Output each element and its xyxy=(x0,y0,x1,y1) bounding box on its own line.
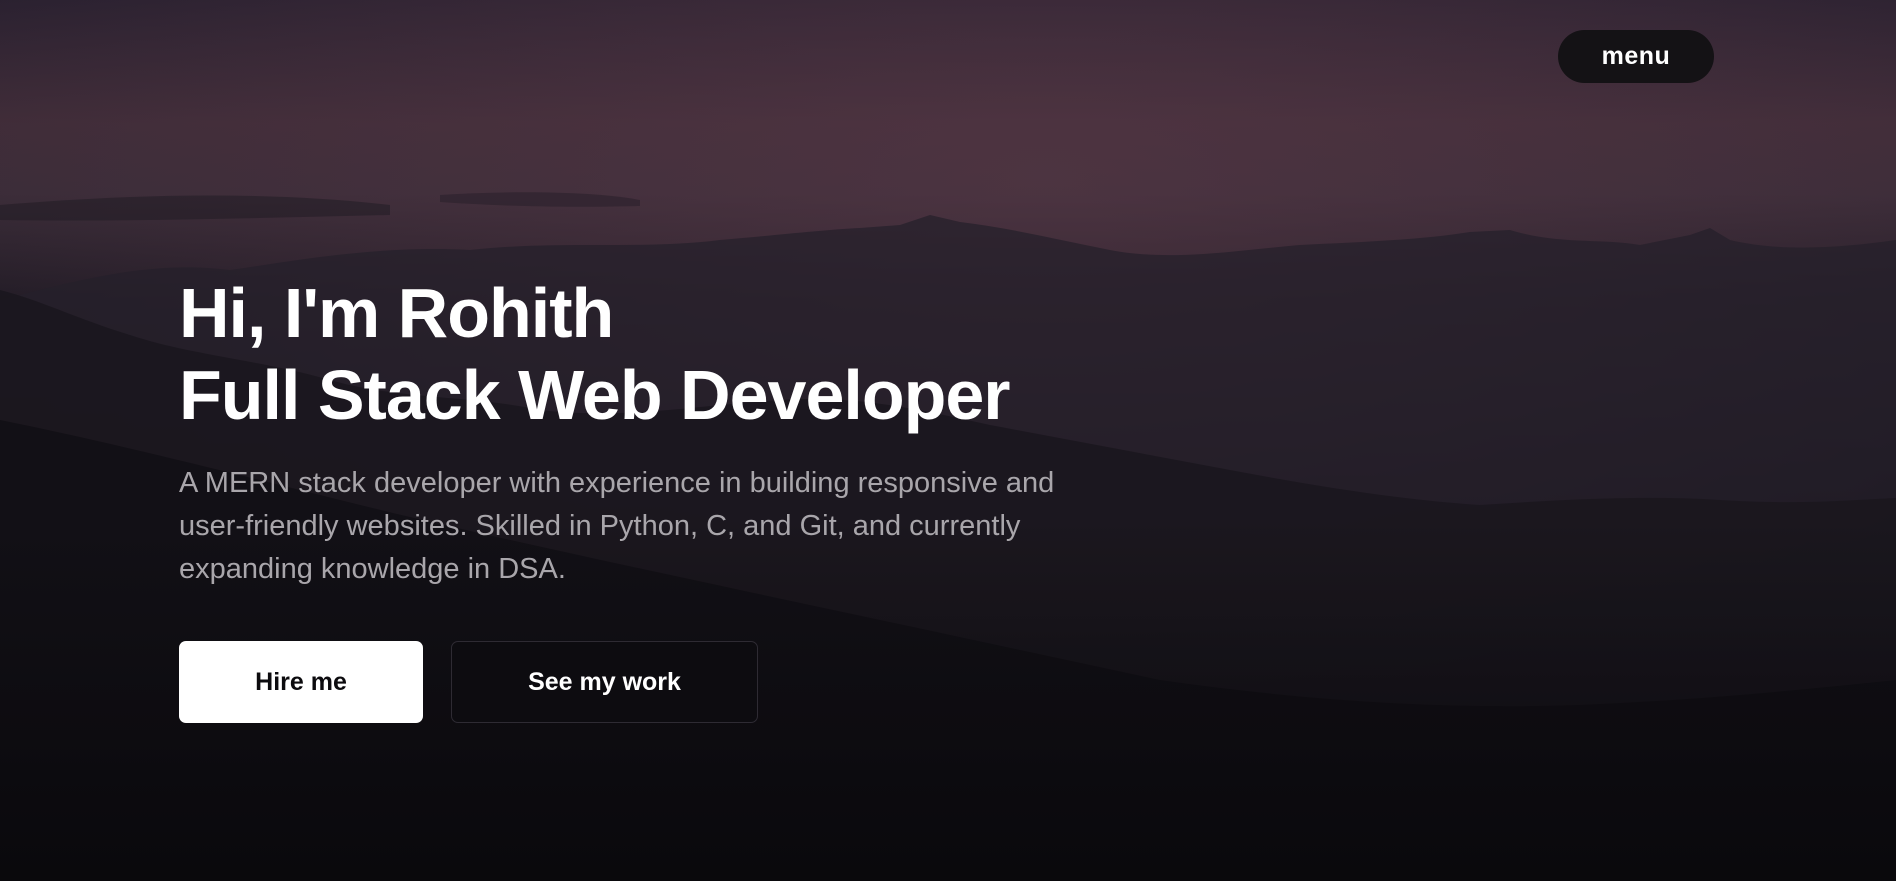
hero-description: A MERN stack developer with experience i… xyxy=(179,467,1055,585)
role-heading: Full Stack Web Developer xyxy=(179,356,1011,434)
hire-me-button[interactable]: Hire me xyxy=(179,641,423,723)
see-my-work-button[interactable]: See my work xyxy=(451,641,758,723)
hero-content: Hi, I'm Rohith Full Stack Web Developer … xyxy=(179,272,1179,723)
hero-headline: Hi, I'm Rohith Full Stack Web Developer xyxy=(179,272,1179,436)
menu-button[interactable]: menu xyxy=(1558,30,1714,83)
hero-section: menu Hi, I'm Rohith Full Stack Web Devel… xyxy=(0,0,1896,881)
greeting-heading: Hi, I'm Rohith xyxy=(179,274,614,352)
cta-buttons: Hire me See my work xyxy=(179,641,1179,723)
